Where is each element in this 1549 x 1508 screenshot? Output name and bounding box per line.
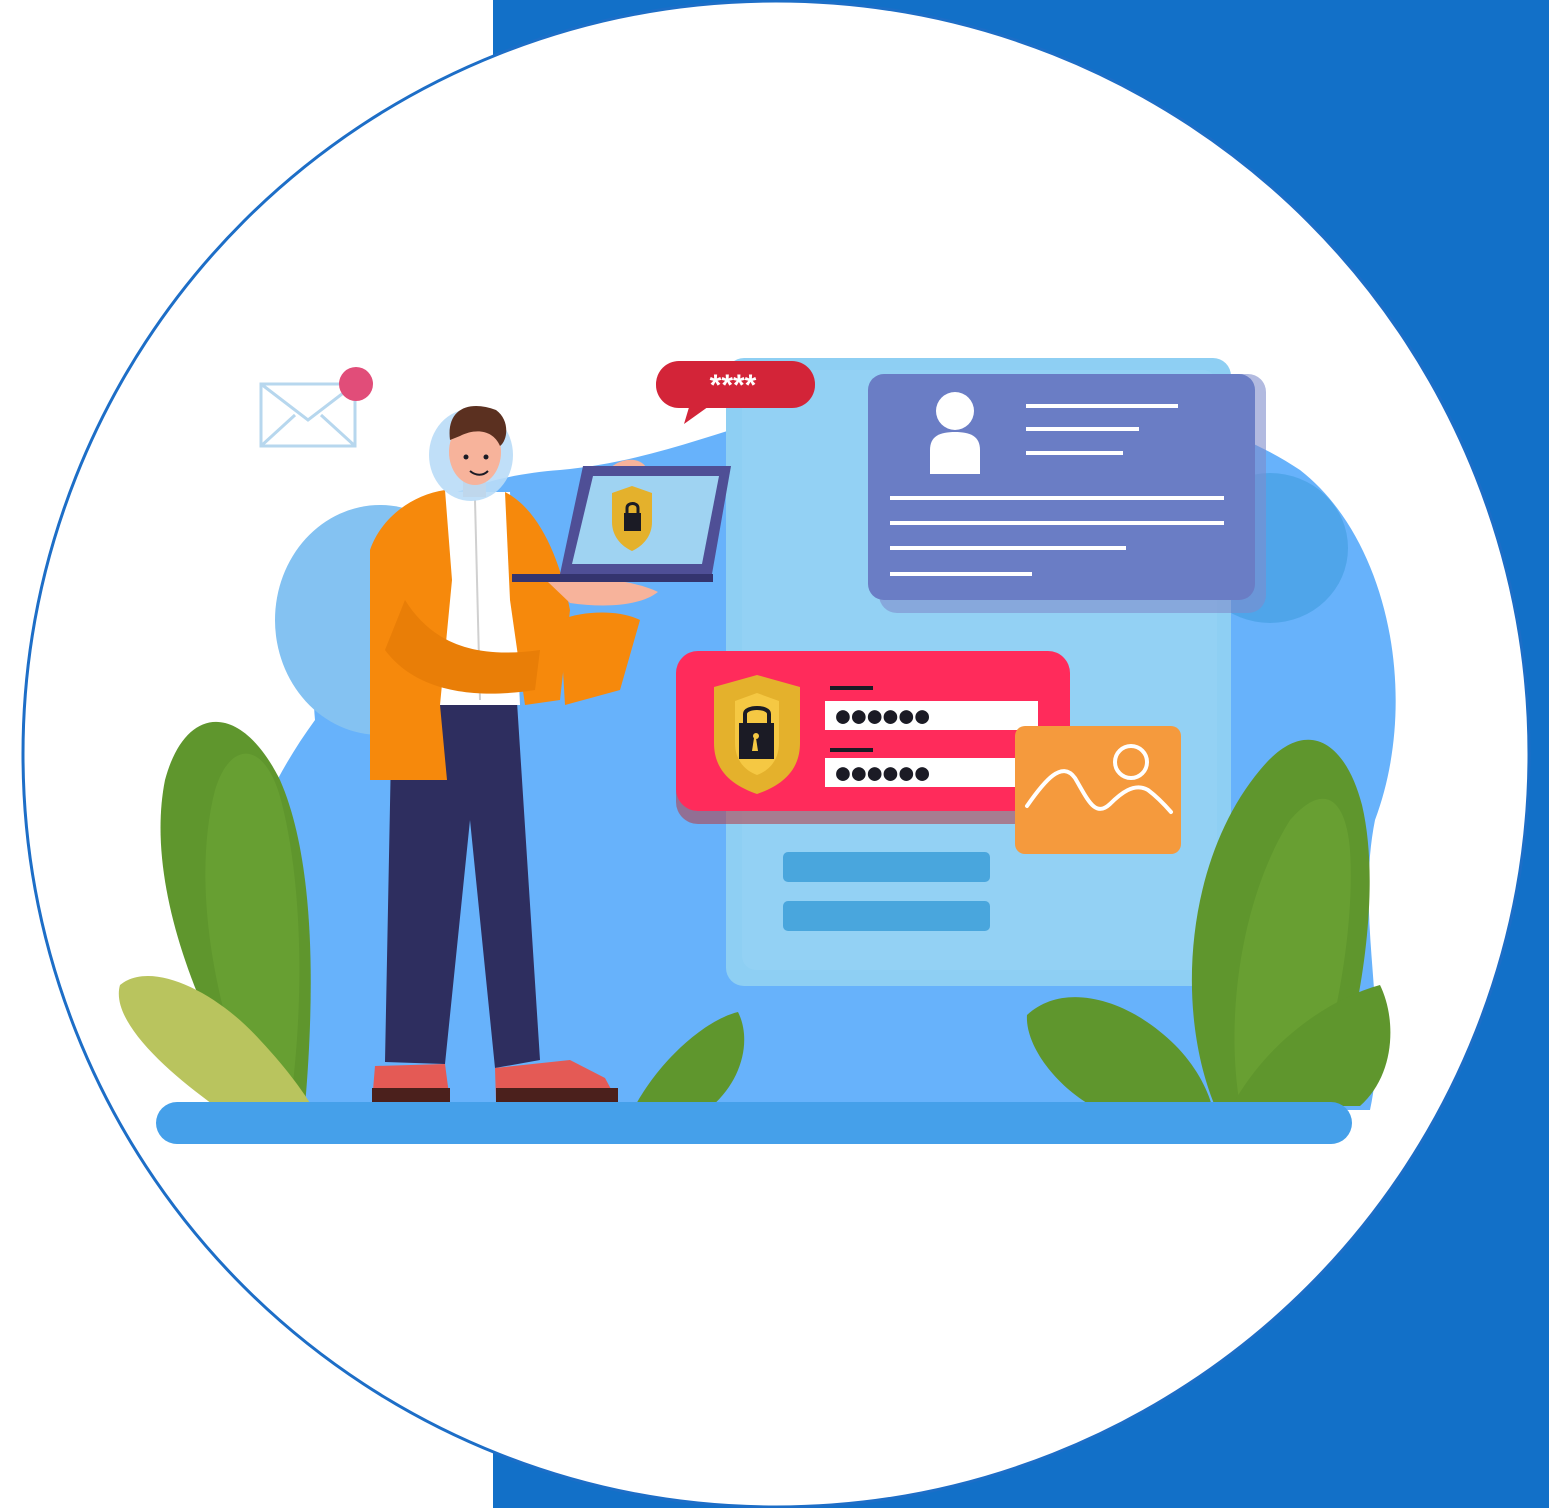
ground-strip [156, 1102, 1352, 1144]
password-label-line-2 [830, 748, 873, 752]
profile-line-5 [890, 521, 1224, 525]
profile-line-2 [1026, 427, 1139, 431]
password-label-line-1 [830, 686, 873, 690]
left-eye [463, 454, 469, 460]
left-shoe-sole [372, 1088, 450, 1102]
shield-lock-icon [714, 675, 800, 794]
right-eye [483, 454, 489, 460]
document-line-1 [783, 852, 990, 882]
document-line-2 [783, 901, 990, 931]
notification-dot-icon [339, 367, 373, 401]
speech-bubble-text: **** [710, 369, 757, 402]
profile-line-4 [890, 496, 1224, 500]
security-illustration: ●●●●●● ●●●●●● **** [21, 0, 1549, 1508]
profile-line-3 [1026, 451, 1123, 455]
password-dots-1: ●●●●●● [836, 703, 931, 729]
profile-line-1 [1026, 404, 1178, 408]
profile-line-7 [890, 572, 1032, 576]
right-shoe-sole [496, 1088, 618, 1102]
illustration-stage: ●●●●●● ●●●●●● **** [0, 0, 1549, 1508]
password-dots-2: ●●●●●● [836, 760, 931, 786]
profile-line-6 [890, 546, 1126, 550]
